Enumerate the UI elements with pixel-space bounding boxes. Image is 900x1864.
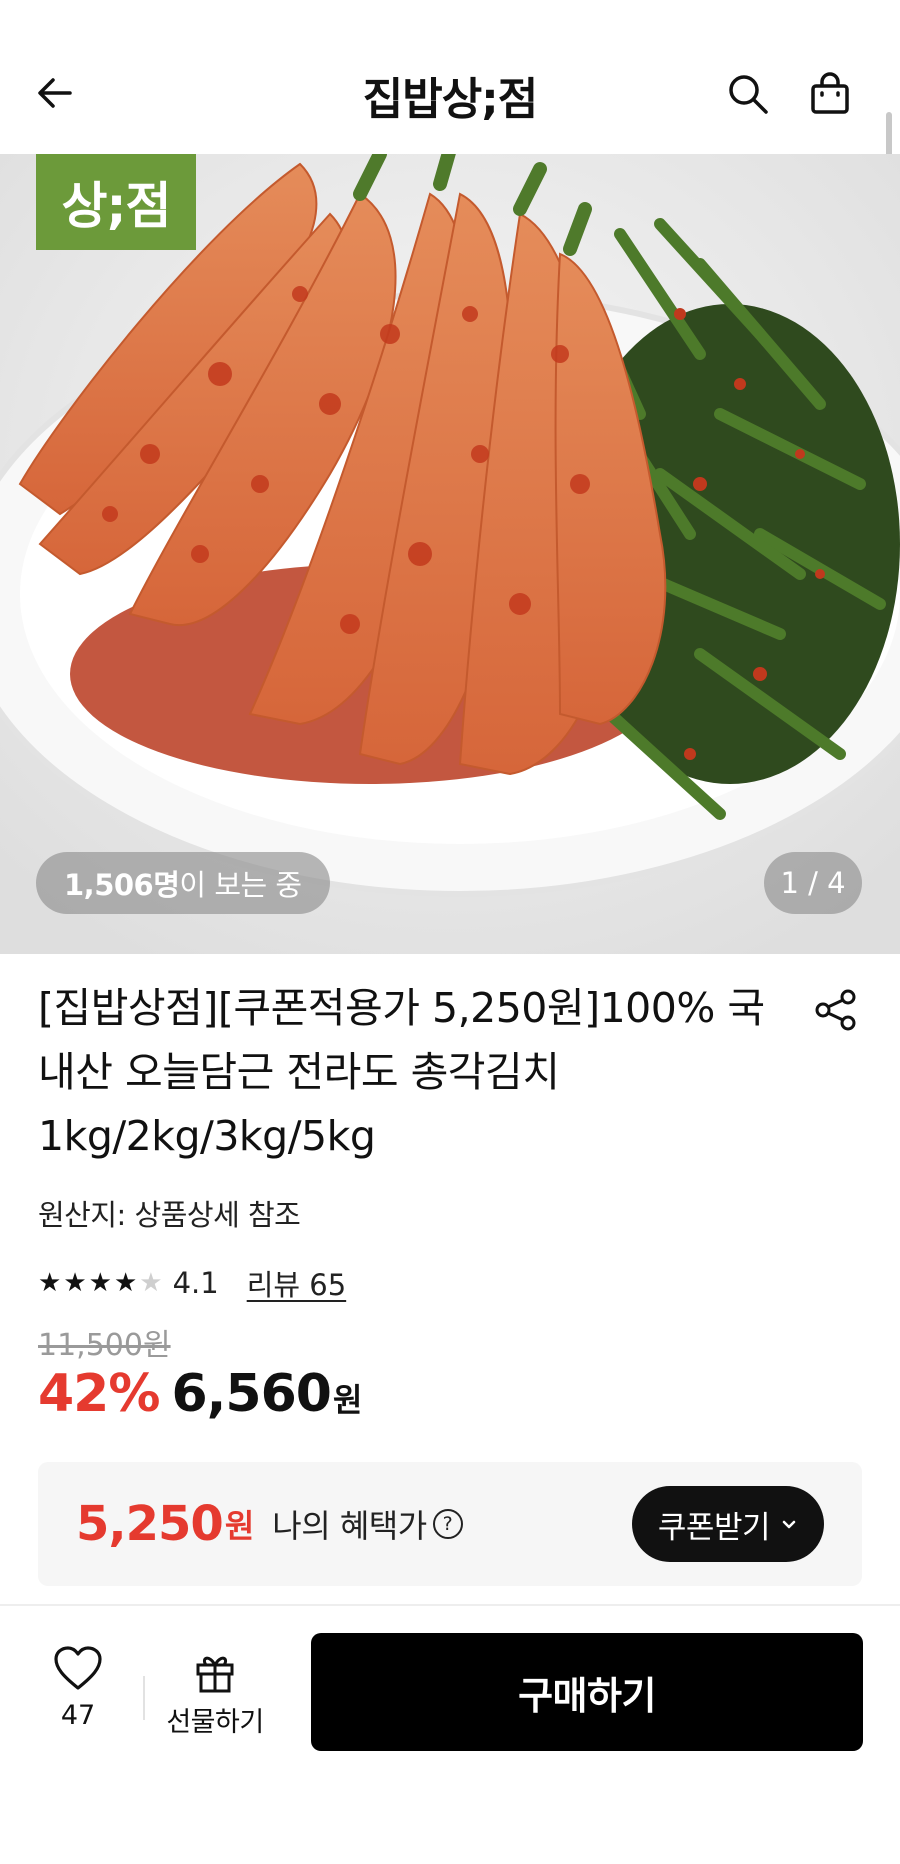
chevron-down-icon: [780, 1515, 798, 1533]
cart-button[interactable]: [802, 66, 858, 122]
share-icon: [815, 989, 856, 1031]
top-navigation-bar: 집밥상;점: [0, 36, 900, 154]
image-page-indicator: 1 / 4: [764, 852, 862, 914]
rating-value: 4.1: [172, 1266, 219, 1300]
product-image-carousel[interactable]: 상;점 1,506명 이 보는 중 1 / 4: [0, 154, 900, 954]
gift-button[interactable]: 선물하기: [158, 1650, 272, 1739]
original-price: 11,500원: [38, 1328, 171, 1363]
help-icon[interactable]: ?: [432, 1509, 463, 1539]
heart-icon: [54, 1646, 102, 1690]
viewers-suffix: 이 보는 중: [179, 868, 302, 902]
buy-button[interactable]: 구매하기: [311, 1633, 863, 1751]
star-icon: ★: [113, 1268, 138, 1298]
product-title: [집밥상점][쿠폰적용가 5,250원]100% 국내산 오늘담근 전라도 총각…: [38, 984, 765, 1160]
star-rating: ★ ★ ★ ★ ★: [38, 1270, 163, 1296]
discount-rate: 42%: [38, 1364, 160, 1424]
search-icon: [729, 75, 768, 114]
benefit-price: 5,250: [76, 1496, 224, 1552]
get-coupon-button[interactable]: 쿠폰받기: [631, 1486, 824, 1562]
star-icon: ★: [38, 1268, 62, 1298]
search-button[interactable]: [720, 66, 776, 122]
like-count: 47: [60, 1700, 96, 1731]
review-link[interactable]: 리뷰 65: [247, 1262, 346, 1304]
origin-info: 원산지: 상품상세 참조: [38, 1198, 301, 1232]
price-row: 42% 6,560 원: [38, 1364, 362, 1424]
benefit-currency: 원: [224, 1507, 255, 1545]
viewers-count: 1,506명: [64, 868, 180, 902]
page-title: 집밥상;점: [362, 74, 539, 125]
benefit-label: 나의 혜택가: [272, 1507, 427, 1545]
star-icon: ★: [63, 1268, 87, 1298]
bottom-bar-divider: [0, 1604, 900, 1606]
star-empty-icon: ★: [139, 1268, 163, 1298]
vertical-divider: [143, 1676, 145, 1720]
share-button[interactable]: [810, 984, 862, 1036]
star-icon: ★: [88, 1268, 112, 1298]
currency-unit: 원: [332, 1381, 363, 1419]
kimchi-photo: [0, 154, 900, 954]
benefit-price-box: 5,250 원 나의 혜택가 ? 쿠폰받기: [38, 1462, 862, 1586]
rating-row: ★ ★ ★ ★ ★ 4.1 리뷰 65: [38, 1262, 346, 1304]
back-button[interactable]: [30, 68, 80, 118]
coupon-button-label: 쿠폰받기: [657, 1509, 771, 1546]
back-arrow-icon: [38, 78, 72, 108]
like-button[interactable]: 47: [40, 1646, 116, 1731]
live-viewers-badge: 1,506명 이 보는 중: [36, 852, 330, 914]
sale-price: 6,560: [171, 1364, 331, 1424]
shopping-bag-icon: [811, 72, 849, 114]
gift-label: 선물하기: [166, 1707, 264, 1738]
gift-icon: [196, 1656, 234, 1693]
brand-logo-badge: 상;점: [36, 154, 196, 250]
